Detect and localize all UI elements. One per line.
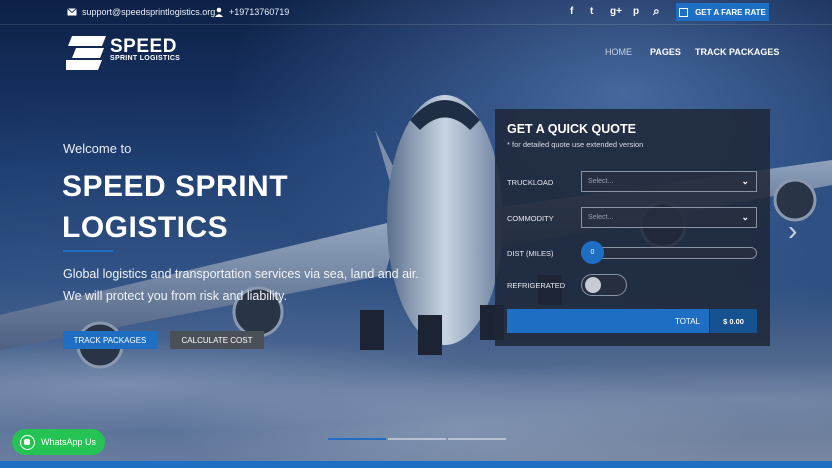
facebook-icon[interactable]: f bbox=[570, 6, 573, 17]
chevron-down-icon: ⌄ bbox=[741, 212, 749, 222]
whatsapp-label: WhatsApp Us bbox=[41, 437, 97, 447]
calendar-icon bbox=[679, 7, 689, 17]
hero-title: SPEED SPRINT LOGISTICS bbox=[62, 166, 288, 248]
nav-track-packages[interactable]: TRACK PACKAGES bbox=[695, 47, 779, 57]
toggle-knob bbox=[585, 277, 601, 293]
distance-slider-track[interactable] bbox=[581, 247, 757, 259]
phone-contact[interactable]: +19713760719 bbox=[214, 7, 289, 17]
total-value: $ 0.00 bbox=[710, 309, 757, 333]
truckload-value: Select... bbox=[588, 178, 614, 185]
envelope-icon bbox=[67, 8, 77, 16]
hero-description: Global logistics and transportation serv… bbox=[63, 267, 419, 303]
twitter-icon[interactable]: t bbox=[590, 6, 593, 17]
hero-title-line-1: SPEED SPRINT bbox=[62, 170, 289, 203]
title-underline bbox=[63, 250, 113, 252]
quick-quote-panel: GET A QUICK QUOTE * for detailed quote u… bbox=[495, 109, 770, 346]
search-icon[interactable]: ⌕ bbox=[653, 4, 660, 19]
nav-home[interactable]: HOME bbox=[605, 47, 632, 57]
site-logo[interactable]: SPEED SPRINT LOGISTICS bbox=[66, 36, 196, 70]
calculate-cost-button[interactable]: CALCULATE COST bbox=[170, 331, 264, 349]
fare-button-label: GET A FARE RATE bbox=[695, 7, 766, 17]
pinterest-icon[interactable]: p bbox=[633, 6, 639, 17]
user-icon bbox=[215, 7, 223, 17]
get-fare-rate-button[interactable]: GET A FARE RATE bbox=[676, 3, 769, 21]
refrigerated-label: REFRIGERATED bbox=[507, 281, 566, 290]
logo-mark-icon bbox=[66, 36, 106, 70]
commodity-label: COMMODITY bbox=[507, 214, 554, 223]
hero-title-line-2: LOGISTICS bbox=[62, 211, 229, 244]
welcome-text: Welcome to bbox=[63, 141, 132, 156]
email-text: support@speedsprintlogistics.org bbox=[82, 7, 216, 17]
truckload-select[interactable]: Select... ⌄ bbox=[581, 171, 757, 192]
distance-slider-handle[interactable]: 0 bbox=[581, 241, 604, 264]
track-packages-button[interactable]: TRACK PACKAGES bbox=[63, 331, 157, 349]
bottom-strip bbox=[0, 461, 832, 468]
whatsapp-icon bbox=[20, 434, 35, 450]
phone-text: +19713760719 bbox=[229, 7, 290, 17]
truckload-label: TRUCKLOAD bbox=[507, 178, 554, 187]
nav-pages[interactable]: PAGES bbox=[650, 47, 681, 57]
slide-indicator-2[interactable] bbox=[388, 438, 446, 440]
top-bar: support@speedsprintlogistics.org +197137… bbox=[0, 0, 832, 25]
slide-indicator-3[interactable] bbox=[448, 438, 506, 440]
chevron-down-icon: ⌄ bbox=[741, 176, 749, 186]
email-contact[interactable]: support@speedsprintlogistics.org bbox=[67, 7, 215, 17]
refrigerated-toggle[interactable] bbox=[581, 274, 627, 296]
total-bar: TOTAL bbox=[507, 309, 709, 333]
whatsapp-button[interactable]: WhatsApp Us bbox=[12, 429, 105, 455]
logo-subtitle: SPRINT LOGISTICS bbox=[110, 55, 181, 62]
slide-indicator-1[interactable] bbox=[328, 438, 386, 440]
distance-label: DIST (MILES) bbox=[507, 249, 554, 258]
commodity-select[interactable]: Select... ⌄ bbox=[581, 207, 757, 228]
total-label: TOTAL bbox=[674, 316, 700, 326]
quote-subtitle: * for detailed quote use extended versio… bbox=[507, 140, 644, 149]
commodity-value: Select... bbox=[588, 214, 614, 221]
next-slide-arrow-icon[interactable]: › bbox=[788, 215, 797, 247]
google-plus-icon[interactable]: g+ bbox=[610, 6, 622, 17]
quote-title: GET A QUICK QUOTE bbox=[507, 122, 636, 136]
